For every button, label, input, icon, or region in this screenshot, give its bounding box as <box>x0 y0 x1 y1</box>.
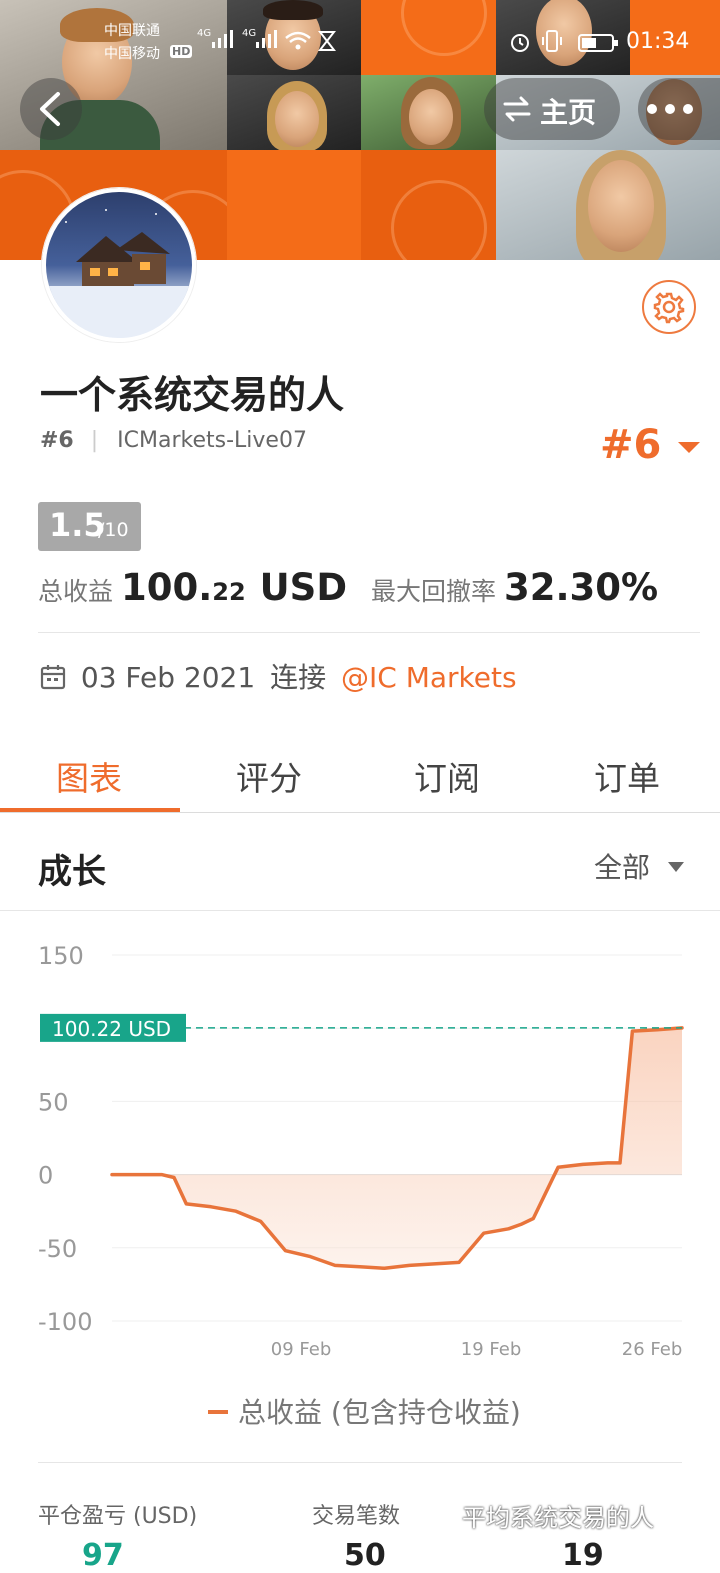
broker-link[interactable]: @IC Markets <box>341 661 517 694</box>
avatar[interactable] <box>42 188 196 342</box>
x-tick-label: 19 Feb <box>461 1339 522 1360</box>
connection-row: 03 Feb 2021 连接 @IC Markets <box>40 656 517 696</box>
tab-subscribe[interactable]: 订阅 <box>414 752 480 800</box>
gear-icon <box>653 292 685 324</box>
drawdown-label: 最大回撤率 <box>370 577 496 606</box>
cover-photo-tile <box>496 150 720 260</box>
cover-pattern-tile <box>361 150 496 260</box>
section-divider <box>0 910 720 911</box>
x-tick-label: 26 Feb <box>622 1339 683 1360</box>
cover-pattern-tile <box>227 150 361 260</box>
trade-count-label: 交易笔数 <box>312 1504 401 1529</box>
person-face <box>275 91 319 147</box>
chevron-left-icon <box>40 92 60 126</box>
y-tick-label: -100 <box>38 1308 92 1336</box>
profit-label: 总收益 <box>38 577 114 606</box>
growth-chart: 150100500-50-100100.22 USD09 Feb19 Feb26… <box>38 942 684 1429</box>
connect-date: 03 Feb 2021 <box>80 661 256 694</box>
pattern-circle <box>401 0 487 56</box>
more-button[interactable] <box>638 78 720 140</box>
x-tick-label: 09 Feb <box>271 1339 332 1360</box>
y-tick-label: -50 <box>38 1235 77 1263</box>
person-face <box>588 160 654 252</box>
carrier-2: 中国移动 <box>104 46 160 62</box>
hd-badge: HD <box>170 45 193 58</box>
caret-down-icon <box>678 442 701 453</box>
pattern-circle <box>391 180 487 260</box>
network-type-2: 4G <box>242 28 257 39</box>
tab-rating[interactable]: 评分 <box>236 752 302 800</box>
person-face <box>409 89 453 145</box>
hourglass-icon <box>317 30 337 56</box>
rank-small: #6 <box>40 428 74 453</box>
back-button[interactable] <box>20 78 82 140</box>
range-filter[interactable]: 全部 <box>594 846 685 886</box>
footer-divider <box>38 1462 682 1463</box>
signal-icon <box>211 28 235 54</box>
cabin-image <box>46 209 192 338</box>
more-dots-icon <box>647 104 693 114</box>
section-title: 成长 <box>38 852 106 892</box>
cover-photo-tile <box>361 75 496 150</box>
battery-icon <box>578 33 620 57</box>
stats-row: 总收益 100.22 USD 最大回撤率 32.30% <box>38 566 658 609</box>
tabs-divider <box>0 812 720 813</box>
score-max: /10 <box>98 519 129 541</box>
y-tick-label: 150 <box>38 942 84 970</box>
profile-subline: #6 | ICMarkets-Live07 <box>40 428 307 453</box>
divider <box>38 632 700 633</box>
series-area <box>112 1027 682 1269</box>
calendar-icon <box>40 665 66 690</box>
tab-chart[interactable]: 图表 <box>56 752 122 800</box>
y-tick-label: 50 <box>38 1088 69 1116</box>
profile-name: 一个系统交易的人 <box>40 373 345 417</box>
rank-dropdown[interactable]: #6 <box>600 422 701 468</box>
profit-int: 100. <box>120 566 213 609</box>
rank-big: #6 <box>600 422 662 468</box>
wifi-icon <box>284 30 312 56</box>
subline-separator: | <box>90 428 99 453</box>
server-name: ICMarkets-Live07 <box>117 428 307 453</box>
third-stat-value: 19 <box>562 1538 604 1573</box>
closed-pnl-value: 97 <box>82 1538 124 1573</box>
settings-button[interactable] <box>642 280 696 334</box>
status-time: 01:34 <box>626 29 690 54</box>
alarm-icon <box>508 30 532 58</box>
home-label: 主页 <box>540 96 597 129</box>
filter-label: 全部 <box>594 851 651 884</box>
person-hair <box>263 0 323 20</box>
trade-count-value: 50 <box>344 1538 386 1573</box>
cover-photo-tile <box>227 75 361 150</box>
caret-down-icon <box>667 862 684 872</box>
current-value-label: 100.22 USD <box>52 1017 171 1041</box>
vibrate-icon <box>540 29 564 57</box>
legend-label: 总收益 (包含持仓收益) <box>238 1396 521 1429</box>
signal-icon <box>255 28 279 54</box>
watermark: 平均系统交易的人 <box>462 1504 654 1532</box>
score-badge: 1.5 /10 <box>38 502 141 551</box>
swap-arrows-icon <box>503 96 531 122</box>
connect-label: 连接 <box>270 661 327 694</box>
home-button[interactable]: 主页 <box>484 78 620 140</box>
carrier-1: 中国联通 <box>104 23 160 39</box>
network-type-1: 4G <box>197 28 212 39</box>
drawdown-value: 32.30% <box>503 566 659 609</box>
cover-pattern-tile <box>361 0 496 75</box>
profit-dec: 22 <box>212 578 246 606</box>
tab-orders[interactable]: 订单 <box>594 752 660 800</box>
closed-pnl-label: 平仓盈亏 (USD) <box>38 1504 198 1529</box>
profit-unit: USD <box>259 566 348 609</box>
y-tick-label: 0 <box>38 1162 53 1190</box>
